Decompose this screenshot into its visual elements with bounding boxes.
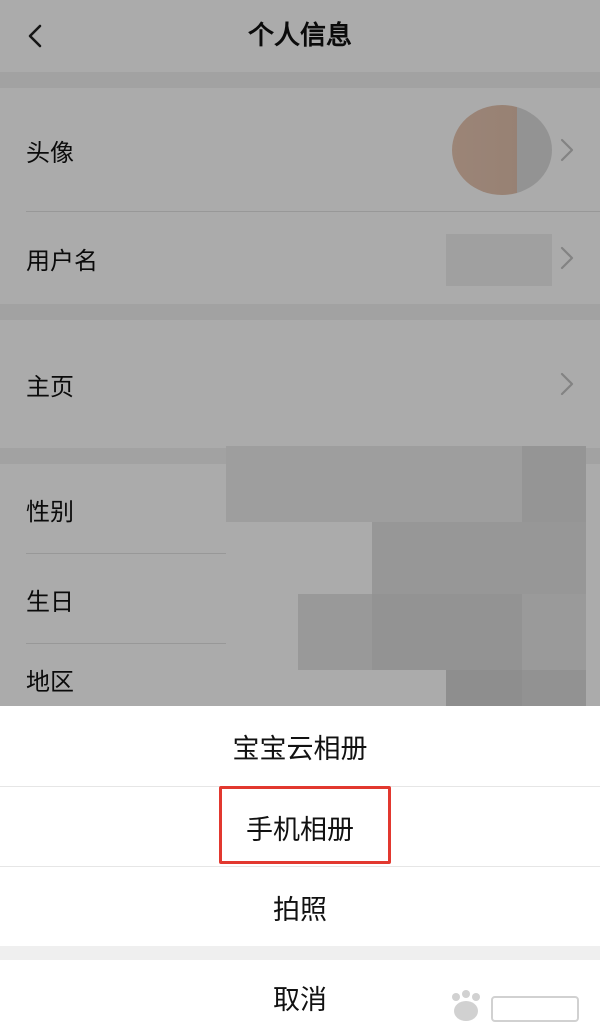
option-take-photo[interactable]: 拍照 xyxy=(0,867,600,947)
baidu-jingyan-watermark-logo xyxy=(452,990,579,1022)
action-sheet: 宝宝云相册 手机相册 拍照 取消 xyxy=(0,706,600,1035)
option-baby-cloud-album[interactable]: 宝宝云相册 xyxy=(0,706,600,786)
option-phone-album[interactable]: 手机相册 xyxy=(0,787,600,867)
section-gap xyxy=(0,946,600,960)
